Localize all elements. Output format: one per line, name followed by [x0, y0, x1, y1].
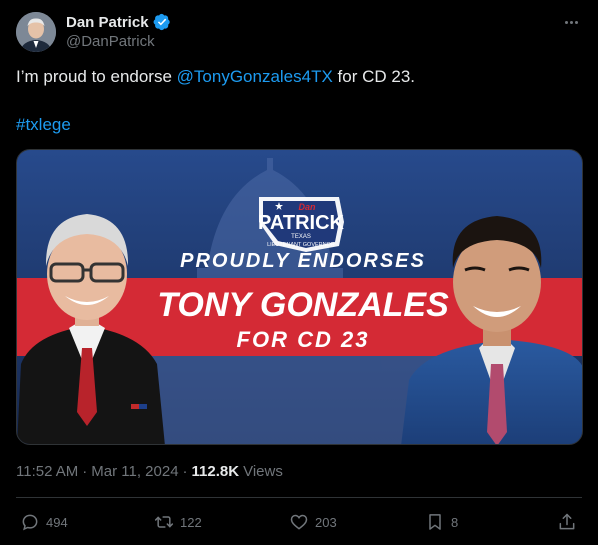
share-icon: [559, 513, 575, 530]
district-text: FOR CD 23: [237, 327, 370, 352]
like-count: 203: [315, 514, 337, 530]
views-count: 112.8K: [191, 463, 240, 480]
bookmark-button[interactable]: 8: [425, 508, 458, 536]
candidate-name: TONY GONZALES: [157, 286, 449, 324]
reply-button[interactable]: 494: [20, 508, 68, 536]
tweet-text: I’m proud to endorse @TonyGonzales4TX fo…: [16, 66, 582, 88]
endorse-headline: PROUDLY ENDORSES: [180, 250, 426, 272]
hashtag-link[interactable]: #txlege: [16, 115, 71, 134]
tweet-media-image[interactable]: Dan PATRICK TEXAS LIEUTENANT GOVERNOR PR…: [16, 149, 583, 445]
tweet-meta: 11:52 AM · Mar 11, 2024 · 112.8K Views: [16, 463, 283, 480]
tweet-text-suffix: for CD 23.: [332, 67, 416, 86]
repost-button[interactable]: 122: [154, 508, 202, 536]
tweet-time[interactable]: 11:52 AM: [16, 463, 78, 480]
bookmark-icon: [429, 514, 441, 530]
logo-role-text: LIEUTENANT GOVERNOR: [267, 242, 335, 248]
repost-icon: [154, 516, 174, 528]
repost-count: 122: [180, 514, 202, 530]
logo-name-text: PATRICK: [258, 212, 344, 234]
reply-count: 494: [46, 514, 68, 530]
author-handle[interactable]: @DanPatrick: [66, 33, 155, 50]
mention-link[interactable]: @TonyGonzales4TX: [177, 67, 333, 86]
action-bar: 494 122 203 8: [16, 508, 582, 536]
bookmark-count: 8: [451, 514, 459, 530]
heart-icon: [290, 514, 308, 530]
author-display-name[interactable]: Dan Patrick: [66, 14, 149, 31]
avatar[interactable]: [16, 12, 56, 52]
views-label: Views: [243, 463, 283, 480]
reply-icon: [22, 514, 38, 531]
tweet-card: Dan Patrick @DanPatrick I’m proud to end…: [0, 0, 598, 545]
dan-patrick-logo: Dan PATRICK TEXAS LIEUTENANT GOVERNOR: [258, 197, 345, 252]
meta-separator: ·: [82, 463, 88, 480]
logo-state-text: TEXAS: [291, 234, 311, 240]
more-options-icon[interactable]: [560, 12, 582, 32]
logo-top-text: Dan: [298, 202, 316, 212]
divider: [16, 497, 582, 498]
share-button[interactable]: [557, 508, 577, 536]
tweet-text-prefix: I’m proud to endorse: [16, 67, 177, 86]
meta-separator-2: ·: [182, 463, 188, 480]
like-button[interactable]: 203: [289, 508, 337, 536]
tweet-date[interactable]: Mar 11, 2024: [91, 463, 178, 480]
verified-badge-icon: [153, 13, 170, 31]
